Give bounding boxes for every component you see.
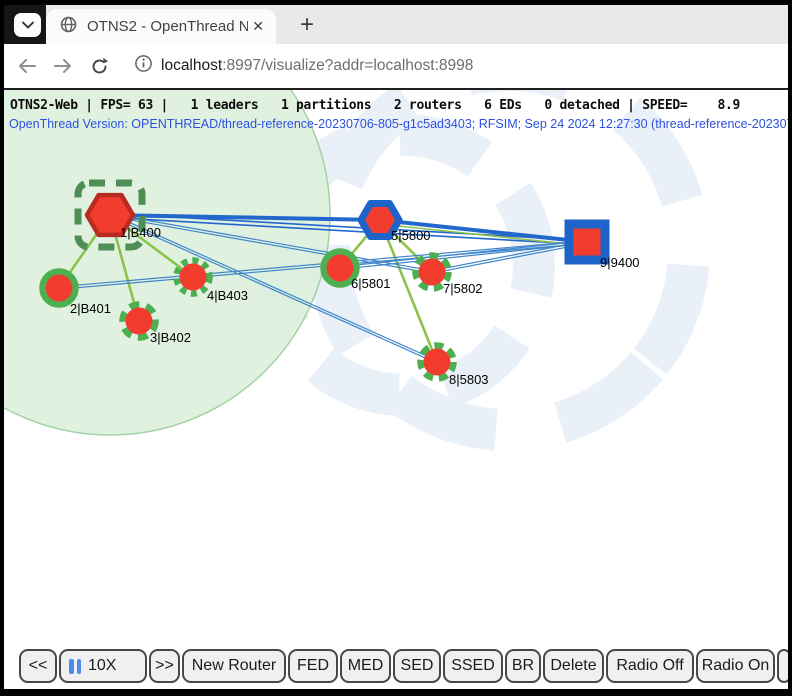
node-label-1: 1|B400 [120, 225, 161, 240]
toolbar-button-br[interactable]: BR [505, 649, 541, 683]
node-label-9: 9|9400 [600, 255, 640, 270]
globe-icon [60, 16, 77, 38]
toolbar-button-label: << [29, 657, 48, 675]
node-label-5: 5|5800 [391, 228, 431, 243]
toolbar-button-label: 10X [88, 657, 116, 675]
toolbar-button-label: Radio Off [616, 657, 683, 675]
toolbar-button-label: Delete [550, 657, 596, 675]
node-label-8: 8|5803 [449, 372, 489, 387]
radio-range-circle [4, 90, 330, 435]
node-label-2: 2|B401 [70, 301, 111, 316]
toolbar-button-label: SSED [451, 657, 495, 675]
tab-close-icon[interactable]: ✕ [248, 18, 268, 35]
node-sed-3[interactable] [126, 308, 153, 335]
forward-icon[interactable] [52, 53, 74, 79]
toolbar-button-sed[interactable]: SED [393, 649, 441, 683]
url-toolbar: localhost:8997/visualize?addr=localhost:… [4, 44, 788, 90]
node-sed-8[interactable] [424, 349, 451, 376]
browser-tab[interactable]: OTNS2 - OpenThread Ne ✕ [46, 9, 276, 44]
reload-icon[interactable] [88, 53, 110, 79]
chevron-down-icon [22, 16, 34, 34]
version-line: OpenThread Version: OPENTHREAD/thread-re… [9, 117, 788, 131]
browser-frame: OTNS2 - OpenThread Ne ✕ + [4, 5, 788, 689]
pause-icon [69, 659, 81, 674]
toolbar-button-step-back[interactable]: << [19, 649, 57, 683]
toolbar-button-label: BR [512, 657, 534, 675]
simulation-canvas[interactable]: 1|B400 2|B401 3|B402 4|B403 5|5800 6|5801 7|58… [4, 90, 788, 689]
url-host: localhost [161, 57, 222, 74]
toolbar-button-label: SED [401, 657, 434, 675]
toolbar-button-speed-10x[interactable]: 10X [59, 649, 147, 683]
url-path: :8997/visualize?addr=localhost:8998 [222, 57, 473, 74]
toolbar-button-partial[interactable] [777, 649, 788, 683]
app-window: OTNS2 - OpenThread Ne ✕ + [0, 0, 792, 696]
toolbar-button-label: MED [348, 657, 384, 675]
toolbar-button-fed[interactable]: FED [288, 649, 338, 683]
toolbar-button-radio-on[interactable]: Radio On [696, 649, 775, 683]
tab-strip: OTNS2 - OpenThread Ne ✕ + [4, 5, 788, 44]
toolbar-button-delete[interactable]: Delete [543, 649, 604, 683]
node-ed-6[interactable] [327, 255, 354, 282]
back-icon[interactable] [16, 53, 38, 79]
new-tab-button[interactable]: + [292, 10, 322, 40]
tab-search-button[interactable] [14, 13, 41, 37]
toolbar-button-med[interactable]: MED [340, 649, 391, 683]
toolbar-button-label: Radio On [702, 657, 770, 675]
node-br-core [574, 229, 601, 256]
toolbar-button-ssed[interactable]: SSED [443, 649, 503, 683]
tab-title: OTNS2 - OpenThread Ne [87, 18, 248, 35]
toolbar-button-new-router[interactable]: New Router [182, 649, 286, 683]
node-label-4: 4|B403 [207, 288, 248, 303]
toolbar-button-step-fwd[interactable]: >> [149, 649, 180, 683]
node-ed-2[interactable] [46, 275, 73, 302]
status-line: OTNS2-Web | FPS= 63 | 1 leaders 1 partit… [10, 98, 740, 113]
node-label-6: 6|5801 [351, 276, 391, 291]
url-text: localhost:8997/visualize?addr=localhost:… [161, 57, 473, 75]
toolbar-button-label: FED [297, 657, 329, 675]
toolbar-button-label: >> [155, 657, 174, 675]
network-scene: 1|B400 2|B401 3|B402 4|B403 5|5800 6|5801 7|58… [4, 90, 788, 689]
neighbor-link [432, 241, 587, 271]
node-label-7: 7|5802 [443, 281, 483, 296]
address-bar[interactable]: localhost:8997/visualize?addr=localhost:… [134, 54, 473, 78]
node-sed-7[interactable] [419, 259, 446, 286]
info-icon[interactable] [134, 54, 153, 78]
node-sed-4[interactable] [180, 264, 207, 291]
toolbar-button-label: New Router [192, 657, 276, 675]
node-label-3: 3|B402 [150, 330, 191, 345]
toolbar-button-radio-off[interactable]: Radio Off [606, 649, 694, 683]
sim-toolbar: << 10X >> New Router FED MED SED SSED BR Delete Ra… [19, 649, 788, 683]
